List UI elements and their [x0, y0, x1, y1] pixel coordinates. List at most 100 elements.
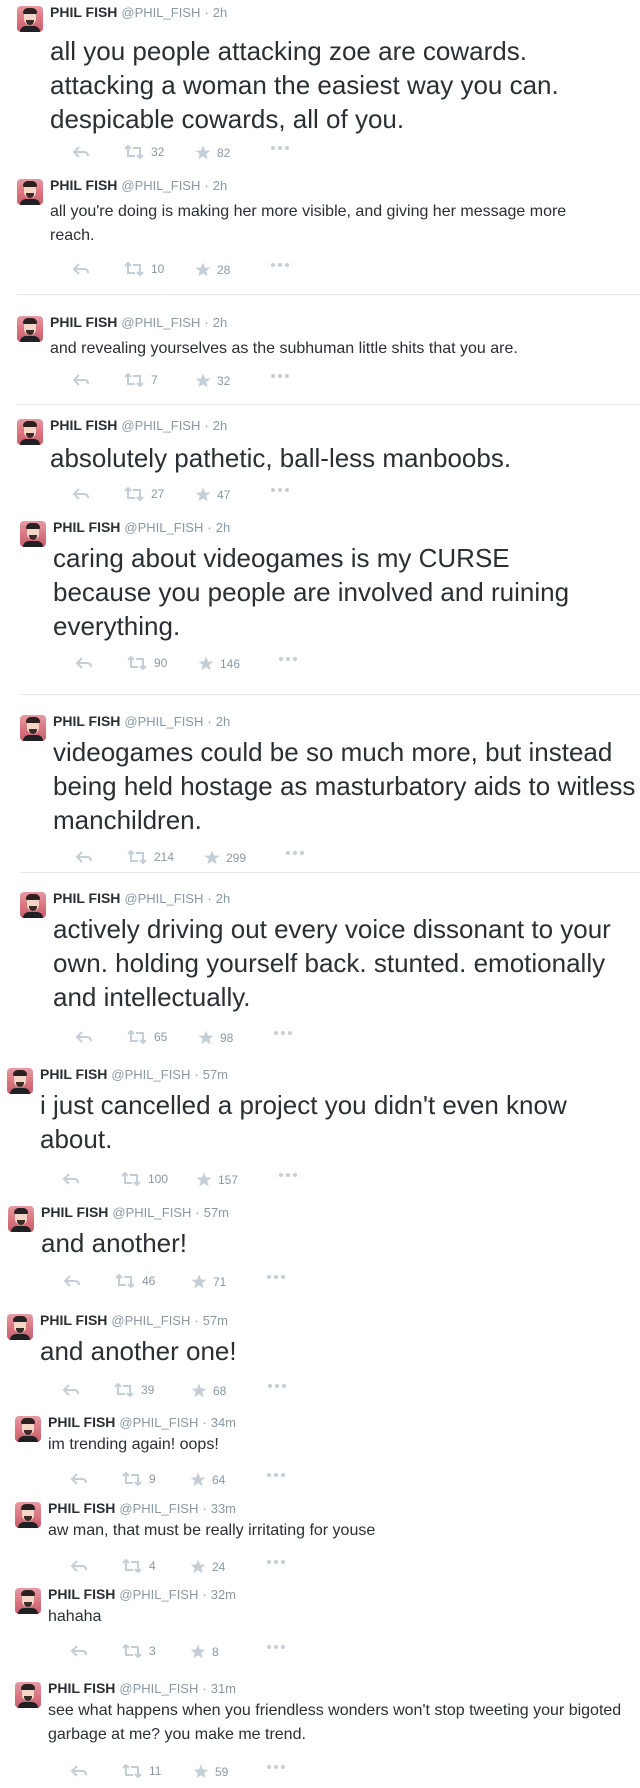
avatar[interactable] [15, 1416, 41, 1442]
more-button[interactable] [266, 1274, 286, 1280]
reply-button[interactable] [70, 1764, 88, 1778]
author-handle[interactable]: @PHIL_FISH [121, 178, 200, 193]
author-name[interactable]: PHIL FISH [48, 1680, 115, 1696]
author-name[interactable]: PHIL FISH [53, 713, 120, 729]
reply-button[interactable] [62, 1383, 80, 1397]
tweet-time[interactable]: 33m [211, 1501, 236, 1516]
reply-button[interactable] [72, 487, 90, 501]
favorite-button[interactable]: 157 [196, 1172, 238, 1187]
reply-button[interactable] [70, 1472, 88, 1486]
favorite-button[interactable]: 64 [190, 1472, 225, 1487]
tweet-time[interactable]: 2h [213, 418, 227, 433]
author-name[interactable]: PHIL FISH [50, 417, 117, 433]
retweet-button[interactable]: 11 [121, 1764, 161, 1778]
author-handle[interactable]: @PHIL_FISH [119, 1587, 198, 1602]
favorite-button[interactable]: 71 [191, 1274, 226, 1289]
favorite-button[interactable]: 24 [190, 1559, 225, 1574]
tweet-time[interactable]: 2h [213, 5, 227, 20]
reply-button[interactable] [75, 656, 93, 670]
author-name[interactable]: PHIL FISH [53, 519, 120, 535]
tweet-time[interactable]: 57m [204, 1205, 229, 1220]
avatar[interactable] [20, 521, 46, 547]
reply-button[interactable] [70, 1644, 88, 1658]
favorite-button[interactable]: 146 [198, 656, 240, 671]
reply-button[interactable] [70, 1559, 88, 1573]
retweet-button[interactable]: 65 [126, 1030, 167, 1044]
author-handle[interactable]: @PHIL_FISH [121, 315, 200, 330]
favorite-button[interactable]: 8 [190, 1644, 219, 1659]
avatar[interactable] [17, 316, 43, 342]
favorite-button[interactable]: 68 [191, 1383, 226, 1398]
author-handle[interactable]: @PHIL_FISH [119, 1501, 198, 1516]
author-name[interactable]: PHIL FISH [48, 1500, 115, 1516]
author-handle[interactable]: @PHIL_FISH [124, 891, 203, 906]
more-button[interactable] [270, 262, 290, 268]
avatar[interactable] [17, 179, 43, 205]
avatar[interactable] [17, 6, 43, 32]
avatar[interactable] [7, 1314, 33, 1340]
author-handle[interactable]: @PHIL_FISH [119, 1415, 198, 1430]
tweet-time[interactable]: 2h [216, 714, 230, 729]
favorite-button[interactable]: 98 [198, 1030, 233, 1045]
author-handle[interactable]: @PHIL_FISH [111, 1313, 190, 1328]
author-name[interactable]: PHIL FISH [40, 1066, 107, 1082]
avatar[interactable] [20, 892, 46, 918]
retweet-button[interactable]: 10 [123, 262, 164, 276]
avatar[interactable] [20, 715, 46, 741]
reply-button[interactable] [72, 373, 90, 387]
author-handle[interactable]: @PHIL_FISH [121, 5, 200, 20]
avatar[interactable] [15, 1502, 41, 1528]
retweet-button[interactable]: 9 [121, 1472, 156, 1486]
reply-button[interactable] [75, 850, 93, 864]
retweet-button[interactable]: 7 [123, 373, 158, 387]
avatar[interactable] [15, 1682, 41, 1708]
reply-button[interactable] [63, 1274, 81, 1288]
more-button[interactable] [266, 1644, 286, 1650]
author-name[interactable]: PHIL FISH [41, 1204, 108, 1220]
more-button[interactable] [266, 1764, 286, 1770]
author-name[interactable]: PHIL FISH [48, 1414, 115, 1430]
more-button[interactable] [270, 373, 290, 379]
avatar[interactable] [8, 1206, 34, 1232]
author-name[interactable]: PHIL FISH [53, 890, 120, 906]
more-button[interactable] [270, 487, 290, 493]
author-handle[interactable]: @PHIL_FISH [124, 520, 203, 535]
retweet-button[interactable]: 100 [120, 1172, 168, 1186]
tweet-time[interactable]: 2h [216, 520, 230, 535]
tweet-time[interactable]: 2h [216, 891, 230, 906]
favorite-button[interactable]: 28 [195, 262, 230, 277]
favorite-button[interactable]: 32 [195, 373, 230, 388]
reply-button[interactable] [72, 262, 90, 276]
tweet-time[interactable]: 2h [213, 178, 227, 193]
reply-button[interactable] [62, 1172, 80, 1186]
more-button[interactable] [266, 1559, 286, 1565]
retweet-button[interactable]: 214 [126, 850, 174, 864]
tweet-time[interactable]: 2h [213, 315, 227, 330]
tweet-time[interactable]: 34m [211, 1415, 236, 1430]
favorite-button[interactable]: 59 [193, 1764, 228, 1779]
more-button[interactable] [270, 145, 290, 151]
avatar[interactable] [15, 1588, 41, 1614]
favorite-button[interactable]: 82 [195, 145, 230, 160]
author-handle[interactable]: @PHIL_FISH [121, 418, 200, 433]
author-name[interactable]: PHIL FISH [50, 314, 117, 330]
author-handle[interactable]: @PHIL_FISH [111, 1067, 190, 1082]
reply-button[interactable] [75, 1030, 93, 1044]
tweet-time[interactable]: 57m [203, 1067, 228, 1082]
retweet-button[interactable]: 27 [123, 487, 164, 501]
retweet-button[interactable]: 39 [113, 1383, 154, 1397]
retweet-button[interactable]: 90 [126, 656, 167, 670]
more-button[interactable] [266, 1472, 286, 1478]
author-handle[interactable]: @PHIL_FISH [112, 1205, 191, 1220]
tweet-time[interactable]: 31m [211, 1681, 236, 1696]
more-button[interactable] [285, 850, 305, 856]
more-button[interactable] [273, 1030, 293, 1036]
author-handle[interactable]: @PHIL_FISH [119, 1681, 198, 1696]
favorite-button[interactable]: 299 [204, 850, 246, 865]
retweet-button[interactable]: 46 [114, 1274, 155, 1288]
avatar[interactable] [17, 419, 43, 445]
more-button[interactable] [278, 1172, 298, 1178]
author-name[interactable]: PHIL FISH [50, 177, 117, 193]
more-button[interactable] [278, 656, 298, 662]
author-handle[interactable]: @PHIL_FISH [124, 714, 203, 729]
